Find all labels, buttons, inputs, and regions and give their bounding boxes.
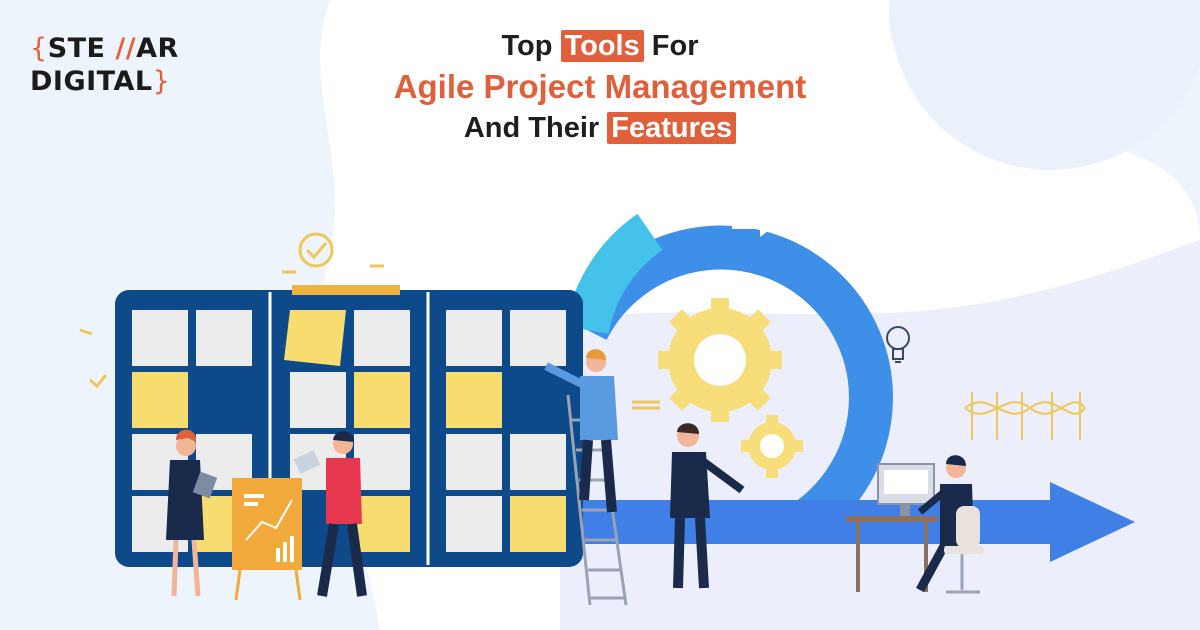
flipchart bbox=[232, 478, 302, 601]
lightbulb-icon bbox=[886, 326, 910, 363]
dna-wave-icon bbox=[964, 392, 1086, 440]
sync-arrows-icon bbox=[726, 199, 774, 237]
check-icon bbox=[298, 232, 334, 268]
gear-icon bbox=[658, 298, 782, 422]
agile-illustration bbox=[79, 199, 1135, 606]
small-gear-icon bbox=[741, 415, 803, 478]
